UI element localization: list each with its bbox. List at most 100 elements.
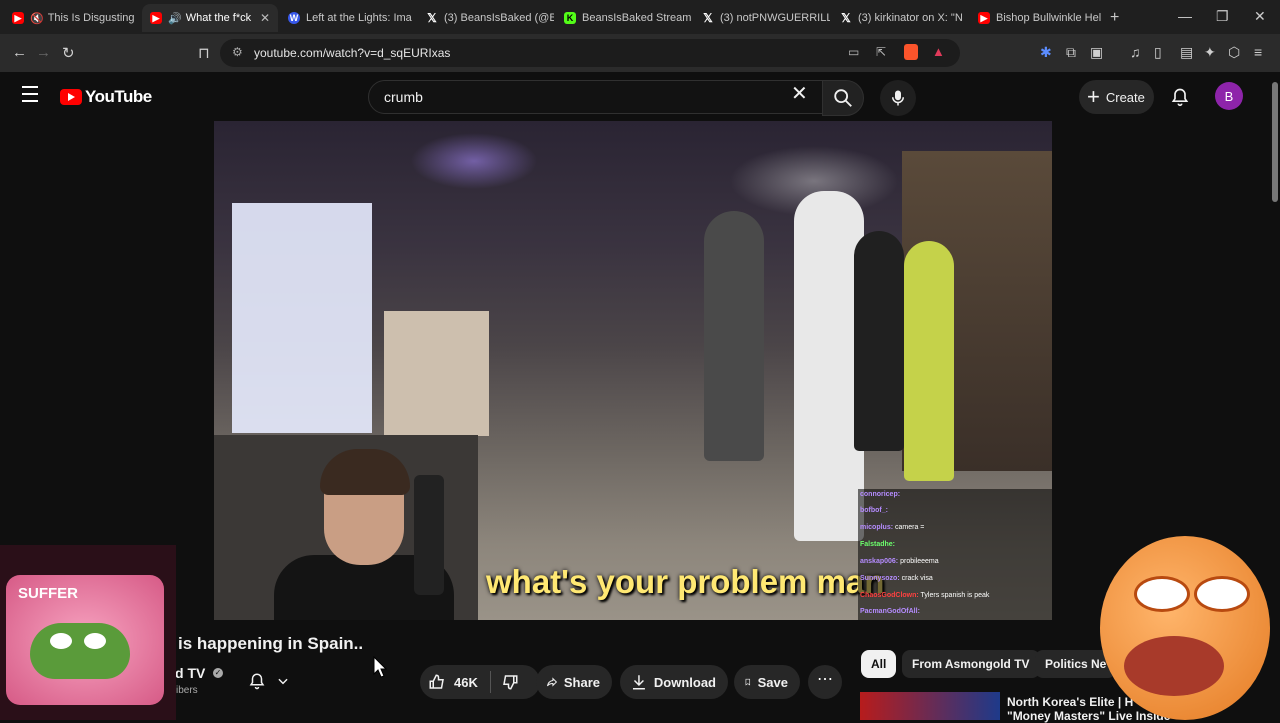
chat-user: ChaosGodClown: [860, 592, 919, 599]
chat-user: Sunnysozo: [860, 575, 900, 582]
download-button[interactable]: Download [620, 665, 728, 699]
video-subtitle: what's your problem man [486, 563, 885, 600]
tab-title: What the f*ck [185, 12, 252, 24]
person-hi-vis [904, 241, 954, 481]
mouse-cursor-icon [373, 656, 387, 678]
video-player[interactable]: what's your problem man connoricep: bofb… [214, 121, 1052, 620]
chat-overlay: connoricep: bofbof_: micoplus: camera = … [858, 489, 1052, 620]
back-icon[interactable]: ← [12, 44, 27, 61]
leo-ai-icon[interactable]: ✦ [1204, 44, 1216, 61]
create-button[interactable]: + Create [1079, 80, 1154, 114]
close-tab-icon[interactable]: ✕ [260, 11, 270, 25]
youtube-logo[interactable]: YouTube [60, 87, 152, 107]
chat-line: ChaosGodClown: Tylers spanish is peak [860, 592, 989, 599]
muted-icon: 🔇 [30, 12, 44, 25]
chip-all[interactable]: All [861, 650, 897, 678]
tab-notpnwguerrill-x[interactable]: 𝕏 (3) notPNWGUERRILL [694, 4, 830, 32]
create-label: Create [1105, 89, 1145, 105]
minimize-icon[interactable]: — [1178, 8, 1192, 24]
media-control-icon[interactable]: ♫ [1130, 44, 1141, 60]
chat-user: PacmanGodOfAll: [860, 608, 920, 615]
cast-icon[interactable]: ▭ [848, 45, 859, 59]
bookmark-icon[interactable]: ⊓ [198, 44, 210, 62]
extensions-puzzle-icon[interactable]: ⧉ [1066, 44, 1076, 61]
restore-icon[interactable]: ❐ [1216, 8, 1229, 25]
x-icon: 𝕏 [427, 11, 437, 25]
person [704, 211, 764, 461]
share-page-icon[interactable]: ⇱ [876, 45, 886, 59]
wallet-icon[interactable]: ▤ [1180, 44, 1193, 61]
crying-emoji-overlay [1100, 536, 1270, 720]
chat-user: micoplus: [860, 524, 894, 531]
audio-playing-icon: 🔊 [168, 12, 182, 25]
close-window-icon[interactable]: ✕ [1254, 8, 1266, 25]
tab-what-the-fck[interactable]: ▶ 🔊 What the f*ck ✕ [142, 4, 278, 32]
save-button[interactable]: Save [734, 665, 800, 699]
voice-search-button[interactable] [880, 80, 916, 116]
tab-bishop-bullwinkle[interactable]: ▶ Bishop Bullwinkle Hel [970, 4, 1106, 32]
screenshot-icon[interactable]: ▣ [1090, 44, 1103, 61]
youtube-icon: ▶ [150, 12, 162, 24]
kick-icon: K [564, 12, 576, 24]
tab-title: This Is Disgusting [47, 12, 135, 24]
brave-shield-icon[interactable] [904, 44, 918, 60]
forward-icon[interactable]: → [36, 44, 51, 61]
related-video-thumbnail[interactable] [860, 692, 1000, 720]
reload-icon[interactable]: ↻ [62, 44, 75, 62]
new-tab-button[interactable]: + [1110, 4, 1130, 32]
scroll-thumb[interactable] [1272, 82, 1278, 202]
youtube-header: YouTube ✕ + Create B [0, 72, 1280, 120]
related-title-line: "Money Masters" Live Inside [1007, 709, 1171, 723]
download-icon [632, 675, 645, 690]
tab-beansisbaked-x[interactable]: 𝕏 (3) BeansIsBaked (@B [418, 4, 554, 32]
tab-beansisbaked-stream[interactable]: K BeansIsBaked Stream [556, 4, 692, 32]
notifications-bell-icon[interactable] [1170, 86, 1190, 108]
tab-title: (3) BeansIsBaked (@B [444, 12, 554, 24]
tab-title: Left at the Lights: Ima [306, 12, 412, 24]
channel-name[interactable]: d TV [175, 665, 205, 681]
chat-user: bofbof_: [860, 507, 888, 514]
tab-kirkinator-x[interactable]: 𝕏 (3) kirkinator on X: "N [832, 4, 968, 32]
chat-line: micoplus: camera = [860, 524, 924, 531]
pepe-face [30, 623, 130, 679]
site-settings-icon[interactable]: ⚙ [232, 45, 243, 59]
sidebar-icon[interactable]: ▯ [1154, 44, 1162, 61]
tab-this-is-disgusting[interactable]: ▶ 🔇 This Is Disgusting [4, 4, 140, 32]
menu-board [384, 311, 489, 436]
youtube-icon: ▶ [978, 12, 990, 24]
youtube-logo-text: YouTube [85, 87, 152, 106]
vpn-icon[interactable]: ⬡ [1228, 44, 1240, 61]
search-button[interactable] [822, 80, 864, 116]
subscription-bell-button[interactable] [248, 666, 308, 696]
like-count[interactable]: 46K [454, 675, 478, 690]
browser-menu-icon[interactable]: ≡ [1254, 44, 1262, 60]
guide-menu-icon[interactable] [22, 86, 38, 102]
clear-search-icon[interactable]: ✕ [791, 84, 808, 104]
brave-rewards-icon[interactable]: ▲ [932, 44, 945, 59]
search-box [368, 80, 824, 114]
tab-left-at-the-lights[interactable]: W Left at the Lights: Ima [280, 4, 416, 32]
facecam-hair [320, 449, 410, 495]
chat-line: PacmanGodOfAll: [860, 608, 920, 615]
chat-message: camera = [895, 524, 925, 531]
chat-line: Falstadhe: [860, 541, 895, 548]
search-input[interactable] [382, 81, 776, 113]
suffer-text: SUFFER [18, 585, 78, 602]
chat-user: Falstadhe: [860, 541, 896, 548]
chip-from-asmongold[interactable]: From Asmongold TV [902, 650, 1040, 678]
lit-panel [232, 203, 372, 433]
more-actions-icon[interactable]: ⋯ [808, 665, 842, 699]
person [854, 231, 904, 451]
share-label: Share [563, 674, 600, 690]
share-button[interactable]: Share [536, 665, 612, 699]
thumbs-up-icon[interactable] [428, 673, 446, 691]
address-bar[interactable]: ⚙ youtube.com/watch?v=d_sqEURIxas ▭ ⇱ ▲ [220, 39, 960, 67]
x-icon: 𝕏 [841, 11, 851, 25]
extension-icon[interactable]: ✱ [1040, 44, 1052, 61]
thumbs-down-icon[interactable] [501, 673, 519, 691]
emoji-mouth [1124, 636, 1224, 696]
page-scrollbar[interactable] [1270, 72, 1280, 720]
like-dislike-group: 46K [420, 665, 540, 699]
avatar[interactable]: B [1215, 82, 1243, 110]
chat-message: probileeema [900, 558, 939, 565]
